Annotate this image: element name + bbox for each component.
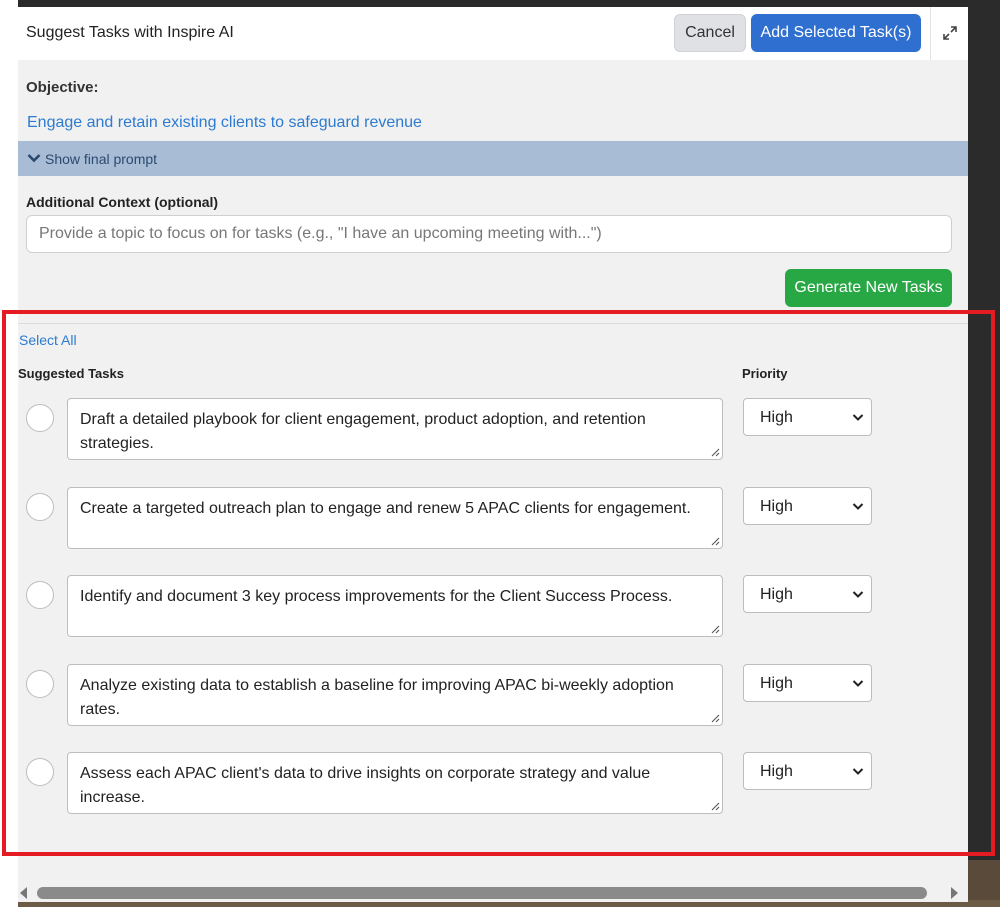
task-text-area[interactable]: Analyze existing data to establish a bas… xyxy=(67,664,723,726)
chevron-down-icon xyxy=(852,503,864,510)
resize-grip-icon[interactable] xyxy=(710,536,720,546)
priority-value: High xyxy=(760,675,793,692)
task-select-checkbox[interactable] xyxy=(26,670,54,698)
priority-select[interactable]: High xyxy=(743,752,872,790)
background-app-right xyxy=(968,0,1000,907)
priority-header: Priority xyxy=(742,366,788,381)
task-text: Analyze existing data to establish a bas… xyxy=(80,677,674,718)
task-text-area[interactable]: Identify and document 3 key process impr… xyxy=(67,575,723,637)
priority-value: High xyxy=(760,409,793,426)
task-row: Identify and document 3 key process impr… xyxy=(18,575,968,639)
task-text: Identify and document 3 key process impr… xyxy=(80,588,673,605)
background-app-top xyxy=(0,0,1000,7)
task-select-checkbox[interactable] xyxy=(26,758,54,786)
chevron-down-icon xyxy=(852,414,864,421)
horizontal-scrollbar[interactable] xyxy=(18,883,968,902)
priority-value: High xyxy=(760,498,793,515)
task-select-checkbox[interactable] xyxy=(26,404,54,432)
priority-select[interactable]: High xyxy=(743,487,872,525)
objective-link[interactable]: Engage and retain existing clients to sa… xyxy=(27,114,422,132)
modal-title: Suggest Tasks with Inspire AI xyxy=(26,24,234,41)
scroll-right-arrow-icon[interactable] xyxy=(950,887,958,899)
objective-label: Objective: xyxy=(26,79,99,96)
task-text-area[interactable]: Draft a detailed playbook for client eng… xyxy=(67,398,723,460)
show-final-prompt-label: Show final prompt xyxy=(45,151,158,167)
priority-select[interactable]: High xyxy=(743,664,872,702)
task-text: Assess each APAC client's data to drive … xyxy=(80,765,651,806)
task-row: Analyze existing data to establish a bas… xyxy=(18,664,968,728)
expand-button[interactable] xyxy=(930,7,968,60)
task-row: Create a targeted outreach plan to engag… xyxy=(18,487,968,551)
chevron-down-icon xyxy=(27,154,41,163)
task-text-area[interactable]: Assess each APAC client's data to drive … xyxy=(67,752,723,814)
task-text: Create a targeted outreach plan to engag… xyxy=(80,500,691,517)
additional-context-label: Additional Context (optional) xyxy=(26,194,219,210)
chevron-down-icon xyxy=(852,768,864,775)
task-row: Draft a detailed playbook for client eng… xyxy=(18,398,968,462)
resize-grip-icon[interactable] xyxy=(710,624,720,634)
show-final-prompt-toggle[interactable]: Show final prompt xyxy=(18,141,968,176)
scroll-left-arrow-icon[interactable] xyxy=(20,887,28,899)
resize-grip-icon[interactable] xyxy=(710,713,720,723)
suggested-tasks-header: Suggested Tasks xyxy=(18,366,124,381)
additional-context-input[interactable] xyxy=(26,215,952,253)
expand-icon xyxy=(943,26,957,40)
task-text: Draft a detailed playbook for client eng… xyxy=(80,411,646,452)
select-all-link[interactable]: Select All xyxy=(19,332,77,348)
chevron-down-icon xyxy=(852,680,864,687)
chevron-down-icon xyxy=(852,591,864,598)
add-selected-tasks-button[interactable]: Add Selected Task(s) xyxy=(751,14,921,52)
background-app-left xyxy=(0,0,18,907)
priority-value: High xyxy=(760,763,793,780)
resize-grip-icon[interactable] xyxy=(710,801,720,811)
priority-select[interactable]: High xyxy=(743,575,872,613)
divider xyxy=(18,323,968,324)
generate-new-tasks-button[interactable]: Generate New Tasks xyxy=(785,269,952,307)
task-select-checkbox[interactable] xyxy=(26,581,54,609)
priority-select[interactable]: High xyxy=(743,398,872,436)
cancel-button[interactable]: Cancel xyxy=(674,14,746,52)
task-text-area[interactable]: Create a targeted outreach plan to engag… xyxy=(67,487,723,549)
task-select-checkbox[interactable] xyxy=(26,493,54,521)
modal-header: Suggest Tasks with Inspire AI Cancel Add… xyxy=(18,7,968,60)
resize-grip-icon[interactable] xyxy=(710,447,720,457)
scrollbar-thumb[interactable] xyxy=(37,887,927,899)
suggest-tasks-modal: Suggest Tasks with Inspire AI Cancel Add… xyxy=(18,7,968,902)
priority-value: High xyxy=(760,586,793,603)
task-row: Assess each APAC client's data to drive … xyxy=(18,752,968,816)
